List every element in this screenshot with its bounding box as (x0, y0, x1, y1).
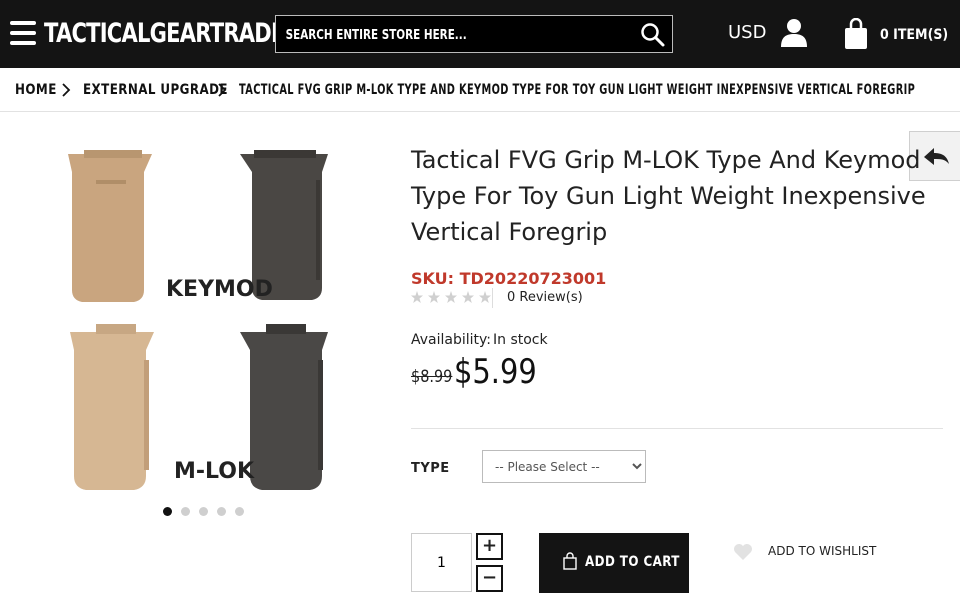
breadcrumb-category[interactable]: EXTERNAL UPGRADE (83, 82, 228, 98)
product-sku: SKU: TD20220723001 (411, 269, 607, 288)
chevron-right-icon (62, 83, 71, 97)
add-to-cart-label: ADD TO CART (585, 554, 680, 570)
menu-icon[interactable] (10, 21, 36, 45)
tan-mlok-grip (70, 324, 154, 490)
old-price: $8.99 (411, 367, 453, 387)
availability-value: In stock (493, 332, 548, 348)
cart-count[interactable]: 0 ITEM(S) (880, 27, 948, 43)
chevron-right-icon (218, 83, 227, 97)
breadcrumb: HOME EXTERNAL UPGRADE TACTICAL FVG GRIP … (0, 68, 960, 112)
breadcrumb-home[interactable]: HOME (15, 82, 57, 98)
mlok-label: M-LOK (174, 459, 255, 484)
shopping-bag-icon[interactable] (843, 18, 869, 50)
current-price: $5.99 (454, 352, 537, 392)
top-header: TACTICALGEARTRADE USD 0 ITEM(S) (0, 0, 960, 68)
quantity-input[interactable] (411, 533, 472, 592)
shopping-bag-icon (563, 552, 577, 570)
gallery-dot[interactable] (199, 507, 208, 516)
quantity-decrease-button[interactable]: − (476, 565, 503, 592)
search-input[interactable] (284, 22, 560, 48)
availability-label: Availability: (411, 332, 492, 348)
divider (492, 288, 493, 308)
gallery-dot[interactable] (217, 507, 226, 516)
rating-stars (411, 291, 491, 303)
gallery-dot[interactable] (181, 507, 190, 516)
wishlist-label: ADD TO WISHLIST (768, 544, 877, 558)
user-icon[interactable] (780, 18, 808, 48)
type-select[interactable]: -- Please Select -- (482, 450, 646, 483)
quantity-increase-button[interactable]: + (476, 533, 503, 560)
heart-icon (734, 544, 752, 560)
reviews-link[interactable]: 0 Review(s) (507, 290, 583, 305)
product-image[interactable]: KEYMOD M-LOK (26, 140, 386, 500)
site-logo[interactable]: TACTICALGEARTRADE (44, 14, 285, 54)
product-title: Tactical FVG Grip M-LOK Type And Keymod … (411, 146, 926, 246)
tan-keymod-grip (68, 150, 152, 302)
keymod-label: KEYMOD (166, 277, 273, 302)
search-bar (275, 15, 673, 53)
type-label: TYPE (411, 461, 450, 476)
section-divider (411, 428, 943, 429)
gallery-dot[interactable] (163, 507, 172, 516)
add-to-cart-button[interactable]: ADD TO CART (539, 533, 689, 593)
currency-selector[interactable]: USD (728, 22, 766, 43)
breadcrumb-current: TACTICAL FVG GRIP M-LOK TYPE AND KEYMOD … (239, 82, 916, 98)
search-icon[interactable] (640, 22, 666, 48)
gallery-dot[interactable] (235, 507, 244, 516)
